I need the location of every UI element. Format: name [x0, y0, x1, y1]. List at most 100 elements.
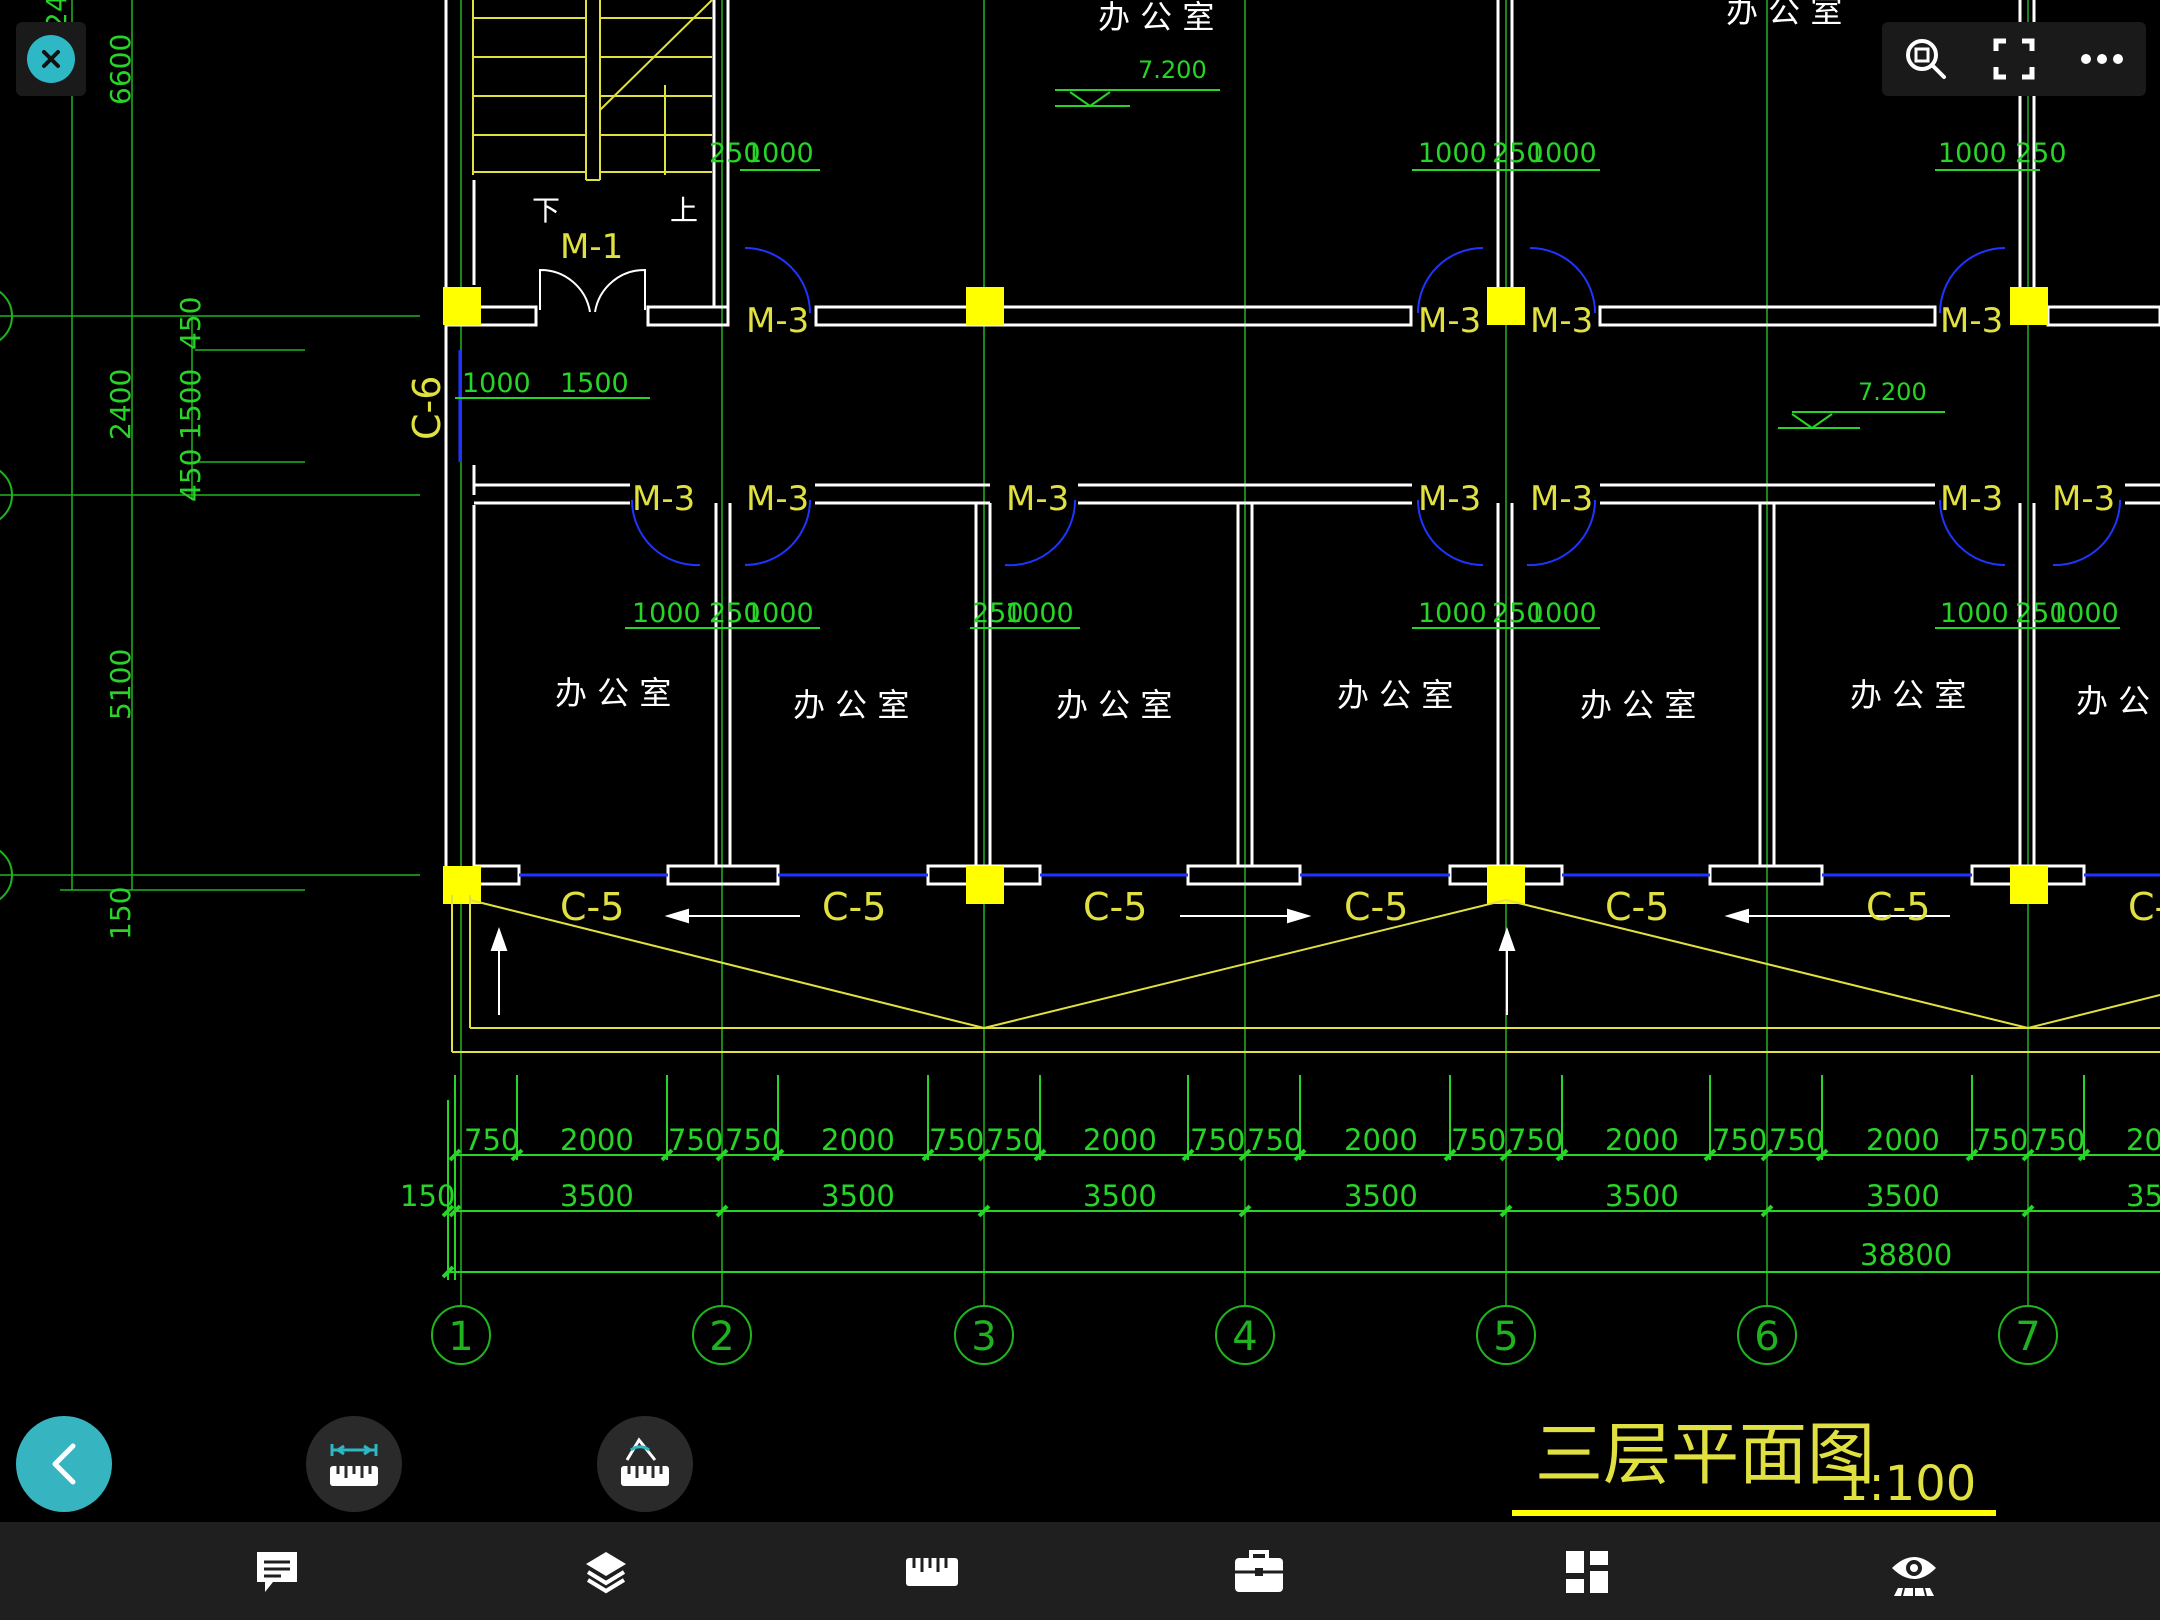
axis-grid-lines: [0, 0, 2029, 1305]
svg-text:4: 4: [1232, 1314, 1257, 1360]
tab-comment[interactable]: [247, 1544, 307, 1600]
svg-text:M-3: M-3: [1530, 301, 1593, 341]
svg-text:750: 750: [929, 1123, 984, 1157]
comment-icon: [257, 1552, 297, 1592]
svg-text:750: 750: [1190, 1123, 1245, 1157]
svg-text:3500: 3500: [1866, 1179, 1940, 1213]
svg-text:750: 750: [1451, 1123, 1506, 1157]
svg-text:M-3: M-3: [1940, 479, 2003, 519]
svg-text:1000: 1000: [745, 598, 814, 629]
svg-text:38800: 38800: [1860, 1238, 1952, 1272]
svg-text:办 公 室: 办 公 室: [1726, 0, 1842, 30]
view-icon: [1892, 1557, 1936, 1597]
svg-text:C-5: C-5: [1866, 885, 1930, 929]
tab-layout[interactable]: [1557, 1544, 1617, 1600]
tab-view[interactable]: [1884, 1544, 1944, 1600]
svg-text:M-3: M-3: [746, 479, 809, 519]
svg-text:750: 750: [2030, 1123, 2085, 1157]
svg-text:20: 20: [2126, 1123, 2160, 1157]
drawing-title: 三层平面图: [1535, 1416, 1875, 1495]
svg-text:35: 35: [2126, 1179, 2160, 1213]
svg-text:M-3: M-3: [632, 479, 695, 519]
close-icon: [27, 35, 75, 83]
svg-text:M-1: M-1: [560, 227, 623, 267]
svg-text:1500: 1500: [560, 368, 629, 399]
toolbox-icon: [1235, 1550, 1283, 1592]
svg-text:M-3: M-3: [1418, 301, 1481, 341]
svg-text:1000: 1000: [1940, 598, 2009, 629]
tab-measure[interactable]: [902, 1544, 962, 1600]
more-icon[interactable]: [2070, 27, 2134, 91]
svg-text:150: 150: [400, 1179, 455, 1213]
svg-text:3500: 3500: [1344, 1179, 1418, 1213]
svg-text:7: 7: [2015, 1314, 2040, 1360]
svg-text:3: 3: [971, 1314, 996, 1360]
slope-arrows: [490, 908, 1950, 1015]
back-button[interactable]: [16, 1416, 112, 1512]
svg-text:1000: 1000: [1528, 598, 1597, 629]
dim-2400: 2400: [104, 369, 137, 440]
svg-text:2000: 2000: [821, 1123, 895, 1157]
svg-text:5: 5: [1493, 1314, 1518, 1360]
svg-text:3500: 3500: [560, 1179, 634, 1213]
svg-text:750: 750: [1247, 1123, 1302, 1157]
close-button[interactable]: [16, 22, 86, 96]
left-dimensions: 6600 2400 5100 150 450 1500 450 24: [40, 0, 207, 940]
door-m1: [539, 268, 646, 313]
cad-drawing-canvas[interactable]: 6600 2400 5100 150 450 1500 450 24 下 上 7…: [0, 0, 2160, 1522]
tab-layers[interactable]: [576, 1544, 636, 1600]
svg-text:C-5: C-5: [1083, 885, 1147, 929]
svg-text:M-3: M-3: [2052, 479, 2115, 519]
svg-text:M-3: M-3: [1418, 479, 1481, 519]
svg-text:1000: 1000: [1005, 598, 1074, 629]
svg-text:2000: 2000: [1344, 1123, 1418, 1157]
top-toolbar: [1882, 22, 2146, 96]
svg-text:750: 750: [725, 1123, 780, 1157]
dim-5100: 5100: [104, 649, 137, 720]
back-icon: [52, 1443, 76, 1485]
dim-150: 150: [104, 887, 137, 940]
zoom-region-icon[interactable]: [1894, 27, 1958, 91]
svg-text:750: 750: [1712, 1123, 1767, 1157]
svg-text:M-3: M-3: [746, 301, 809, 341]
svg-text:1000: 1000: [1418, 138, 1487, 169]
svg-text:2000: 2000: [1866, 1123, 1940, 1157]
tab-toolbox[interactable]: [1229, 1544, 1289, 1600]
svg-text:750: 750: [1769, 1123, 1824, 1157]
svg-text:2000: 2000: [560, 1123, 634, 1157]
svg-text:M-3: M-3: [1530, 479, 1593, 519]
dim-6600: 6600: [104, 34, 137, 105]
svg-text:1000: 1000: [2050, 598, 2119, 629]
svg-text:办 公 室: 办 公 室: [1098, 0, 1214, 36]
svg-text:750: 750: [464, 1123, 519, 1157]
svg-text:3500: 3500: [1083, 1179, 1157, 1213]
walls: [444, 0, 2160, 886]
fullscreen-icon[interactable]: [1982, 27, 2046, 91]
elevation-label-mid: 7.200: [1858, 378, 1927, 406]
svg-text:C-5: C-5: [1344, 885, 1408, 929]
svg-text:C-5: C-5: [822, 885, 886, 929]
svg-text:750: 750: [1508, 1123, 1563, 1157]
linear-measure-button[interactable]: [306, 1416, 402, 1512]
svg-text:750: 750: [668, 1123, 723, 1157]
svg-text:3500: 3500: [821, 1179, 895, 1213]
svg-text:1000: 1000: [1938, 138, 2007, 169]
svg-text:M-3: M-3: [1940, 301, 2003, 341]
stair-down-label: 下: [532, 194, 560, 227]
svg-text:1000: 1000: [1418, 598, 1487, 629]
angle-measure-button[interactable]: [597, 1416, 693, 1512]
axis-bubble-labels: 1 2 3 4 5 6 7: [448, 1314, 2040, 1360]
svg-text:办 公 室: 办 公 室: [555, 674, 671, 712]
svg-text:1000: 1000: [462, 368, 531, 399]
svg-text:2000: 2000: [1083, 1123, 1157, 1157]
svg-text:6: 6: [1754, 1314, 1779, 1360]
svg-text:办 公 室: 办 公 室: [1337, 676, 1453, 714]
svg-text:1000: 1000: [632, 598, 701, 629]
title-underline: [1512, 1510, 1996, 1516]
svg-text:C-5: C-5: [560, 885, 624, 929]
stair-up-label: 上: [670, 194, 698, 227]
dim-450-bottom: 450: [174, 449, 207, 502]
elevation-label-top: 7.200: [1138, 56, 1207, 84]
svg-text:办 公 室: 办 公 室: [1056, 686, 1172, 724]
dim-1500: 1500: [174, 369, 207, 440]
